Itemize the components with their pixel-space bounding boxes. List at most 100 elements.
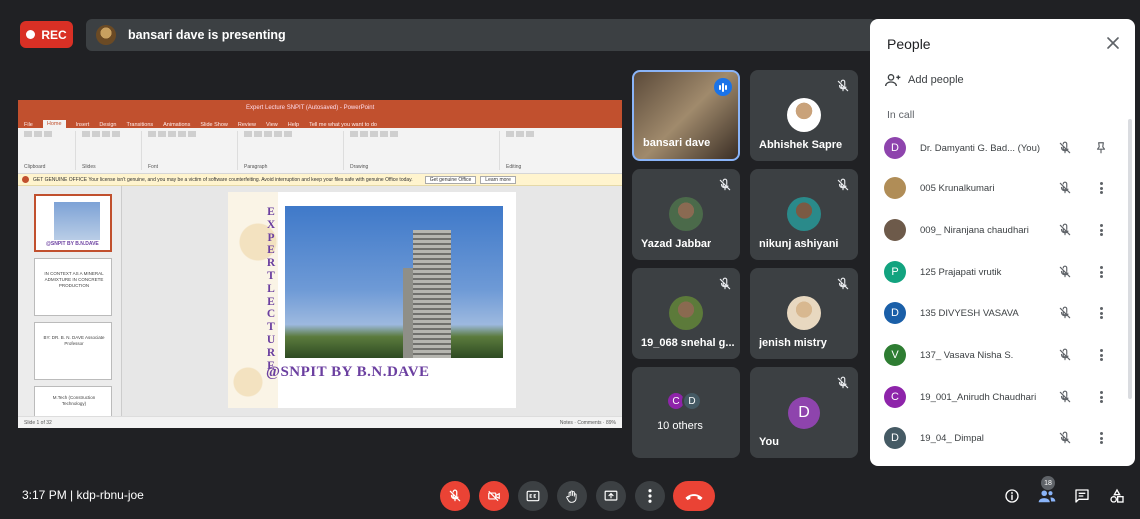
learn-more-button: Learn more — [480, 175, 516, 184]
leave-call-button[interactable] — [673, 481, 715, 511]
person-row[interactable]: 009_ Niranjana chaudhari — [870, 210, 1135, 250]
building-photo — [285, 206, 503, 358]
people-panel: People Add people In call D Dr. Damyanti… — [870, 19, 1135, 466]
person-row[interactable]: D 135 DIVYESH VASAVA — [870, 293, 1135, 333]
mic-off-icon — [1059, 348, 1071, 361]
slide-counter: Slide 1 of 32 — [24, 419, 52, 426]
person-name: Dr. Damyanti G. Bad... (You) — [920, 142, 1041, 154]
ppt-tab: Design — [99, 122, 117, 128]
person-row[interactable]: C 19_001_Anirudh Chaudhari — [870, 377, 1135, 417]
self-tile[interactable]: D You — [750, 367, 858, 458]
person-name: 19_04_ Dimpal — [920, 432, 984, 444]
mic-off-icon — [1059, 431, 1071, 444]
panel-scrollbar[interactable] — [1128, 119, 1132, 399]
shared-screen: Expert Lecture SNPIT (Autosaved) - Power… — [18, 100, 622, 428]
meeting-details-button[interactable] — [1001, 485, 1023, 507]
participant-name: Abhishek Sapre — [759, 139, 843, 151]
participant-photo — [669, 296, 703, 330]
participant-name: Yazad Jabbar — [641, 238, 712, 250]
ppt-tab: Transitions — [126, 122, 154, 128]
mic-off-icon — [1059, 390, 1071, 403]
ppt-workspace: 1 @SNPIT BY B.N.DAVE IN CONTEXT AS A MIN… — [18, 186, 622, 428]
person-row[interactable]: V 137_ Vasava Nisha S. — [870, 335, 1135, 375]
participant-tile[interactable]: Abhishek Sapre — [750, 70, 858, 161]
present-now-button[interactable] — [596, 481, 626, 511]
hand-icon — [566, 489, 577, 503]
people-icon — [1038, 490, 1056, 503]
ppt-tab: View — [265, 122, 278, 128]
notes-comments: Notes · Comments · 89% — [559, 419, 616, 426]
close-icon[interactable] — [1103, 33, 1123, 53]
avatar: D — [788, 397, 820, 429]
ribbon-group: Drawing — [350, 131, 500, 170]
ppt-status-bar: Slide 1 of 32 Notes · Comments · 89% — [18, 416, 622, 428]
current-slide: EXPERTLECTURE @SNPIT BY B.N.DAVE — [228, 192, 516, 408]
others-tile[interactable]: C D 10 others — [632, 367, 740, 458]
captions-icon — [526, 490, 540, 502]
ribbon-group: Font — [148, 131, 238, 170]
warning-icon — [22, 176, 29, 183]
person-name: 005 Krunalkumari — [920, 182, 995, 194]
activities-button[interactable] — [1106, 485, 1128, 507]
ppt-tab: Slide Show — [200, 122, 228, 128]
person-name: 19_001_Anirudh Chaudhari — [920, 391, 1037, 403]
more-options-icon[interactable] — [1096, 348, 1106, 362]
more-options-icon[interactable] — [1096, 181, 1106, 195]
avatar: D — [682, 391, 702, 411]
person-name: 125 Prajapati vrutik — [920, 266, 1002, 278]
ribbon-group: Paragraph — [244, 131, 344, 170]
slide-byline: @SNPIT BY B.N.DAVE — [266, 364, 430, 380]
mic-toggle-button[interactable] — [440, 481, 470, 511]
participant-tile[interactable]: Yazad Jabbar — [632, 169, 740, 260]
others-label: 10 others — [657, 420, 703, 432]
mic-off-icon — [1059, 265, 1071, 278]
avatar: D — [884, 427, 906, 449]
avatar — [884, 177, 906, 199]
person-row[interactable]: D Dr. Damyanti G. Bad... (You) — [870, 128, 1135, 168]
ribbon-group: Slides — [82, 131, 142, 170]
person-row[interactable]: 005 Krunalkumari — [870, 168, 1135, 208]
ppt-tab: Insert — [75, 122, 90, 128]
participant-photo — [787, 197, 821, 231]
slide-vertical-title: EXPERTLECTURE — [266, 206, 276, 372]
person-row[interactable]: P 125 Prajapati vrutik — [870, 252, 1135, 292]
slide-thumb: IN CONTEXT AS A MINERAL ADMIXTURE IN CON… — [34, 258, 112, 316]
more-options-icon[interactable] — [1096, 390, 1106, 404]
participant-photo — [787, 296, 821, 330]
slide-thumb: BY: DR. B. N. DAVE Associate Professor — [34, 322, 112, 380]
person-row[interactable]: D 19_04_ Dimpal — [870, 418, 1135, 458]
record-dot-icon — [26, 30, 36, 39]
warning-text: GET GENUINE OFFICE Your license isn't ge… — [33, 176, 413, 183]
more-options-icon[interactable] — [1096, 431, 1106, 445]
ppt-title-bar: Expert Lecture SNPIT (Autosaved) - Power… — [18, 100, 622, 116]
participant-tile[interactable]: nikunj ashiyani — [750, 169, 858, 260]
more-options-button[interactable] — [635, 481, 665, 511]
camera-toggle-button[interactable] — [479, 481, 509, 511]
slide-thumb: 1 @SNPIT BY B.N.DAVE — [34, 194, 112, 252]
present-icon — [604, 490, 618, 501]
ppt-ribbon-tabs: File Home Insert Design Transitions Anim… — [18, 116, 622, 128]
speaking-indicator-icon — [714, 78, 732, 96]
avatar: V — [884, 344, 906, 366]
participant-photo — [669, 197, 703, 231]
avatar — [884, 219, 906, 241]
chat-button[interactable] — [1071, 485, 1093, 507]
add-people-button[interactable]: Add people — [885, 73, 964, 87]
ppt-tab-active: Home — [42, 120, 66, 128]
in-call-heading: In call — [887, 109, 915, 121]
info-icon — [1005, 489, 1019, 503]
participant-tile[interactable]: bansari dave — [632, 70, 740, 161]
raise-hand-button[interactable] — [557, 481, 587, 511]
pin-icon[interactable] — [1094, 141, 1108, 155]
mic-off-icon — [1059, 306, 1071, 319]
participant-tile[interactable]: jenish mistry — [750, 268, 858, 359]
ppt-warning-bar: GET GENUINE OFFICE Your license isn't ge… — [18, 174, 622, 186]
more-options-icon[interactable] — [1096, 223, 1106, 237]
mic-off-icon — [837, 277, 849, 290]
participant-tile[interactable]: 19_068 snehal g... — [632, 268, 740, 359]
captions-button[interactable] — [518, 481, 548, 511]
presenting-text: bansari dave is presenting — [128, 28, 286, 42]
more-options-icon[interactable] — [1096, 265, 1106, 279]
participant-count-badge: 18 — [1041, 476, 1055, 490]
more-options-icon[interactable] — [1096, 306, 1106, 320]
